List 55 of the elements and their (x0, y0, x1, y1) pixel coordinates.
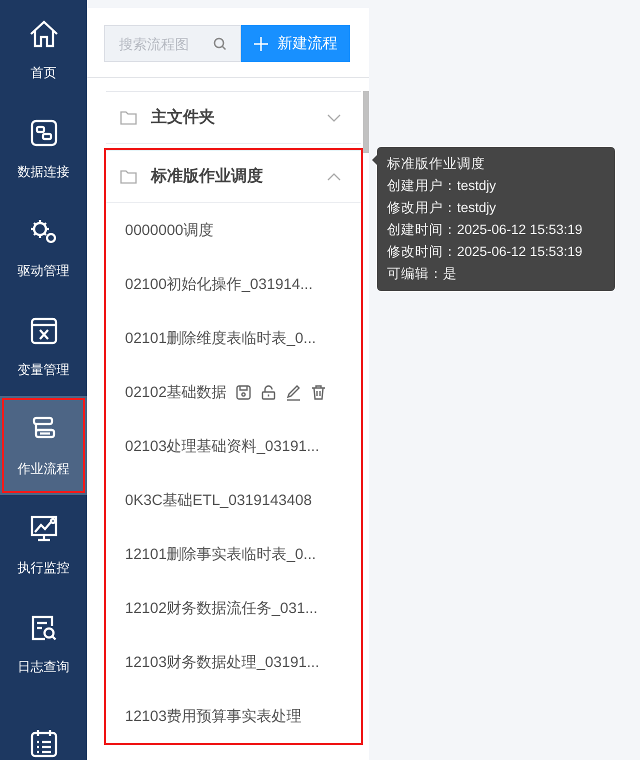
nav-label: 执行监控 (18, 558, 70, 576)
flow-name: 02102基础数据 (125, 382, 227, 402)
save-icon[interactable] (234, 384, 252, 400)
flow-item[interactable]: 0K3C基础ETL_0319143408 (106, 473, 361, 527)
folder-row[interactable]: 主文件夹 (106, 92, 361, 144)
flow-name: 02100初始化操作_031914... (125, 274, 313, 294)
flow-item[interactable]: 12103费用预算事实表处理 (106, 689, 361, 743)
nav-item[interactable]: 驱动管理 (0, 198, 87, 297)
flow-name: 0000000调度 (125, 220, 214, 240)
tooltip-line: 标准版作业调度 (387, 155, 486, 173)
search-field[interactable]: 搜索流程图 (104, 25, 241, 62)
flow-item[interactable]: 12102财务数据流任务_031... (106, 581, 361, 635)
nav-label: 日志查询 (18, 658, 70, 676)
flow-name: 12101删除事实表临时表_0... (125, 544, 316, 564)
plus-icon (254, 36, 268, 50)
flow-name: 02101删除维度表临时表_0... (125, 328, 316, 348)
tooltip-line: 创建时间：2025-06-12 15:53:19 (387, 221, 584, 239)
flow-item[interactable]: 12101删除事实表临时表_0... (106, 527, 361, 581)
flow-item[interactable]: 02101删除维度表临时表_0... (106, 311, 361, 365)
nav-label: 数据连接 (18, 162, 70, 180)
folder-icon (120, 110, 137, 124)
home-icon (28, 18, 60, 50)
unlock-icon[interactable] (260, 384, 277, 400)
nav-label: 驱动管理 (18, 262, 70, 280)
nav-label: 变量管理 (18, 360, 70, 378)
edit-icon[interactable] (284, 384, 302, 400)
flow-item[interactable]: 12103财务数据处理_03191... (106, 635, 361, 689)
scrollbar[interactable] (363, 91, 369, 153)
folder-name: 标准版作业调度 (151, 166, 264, 187)
folder-row[interactable]: 标准版作业调度 (106, 151, 361, 203)
flow-name: 12102财务数据流任务_031... (125, 598, 318, 618)
flow-name: 12103费用预算事实表处理 (125, 706, 302, 726)
flow-name: 12103财务数据处理_03191... (125, 652, 320, 672)
delete-icon[interactable] (310, 384, 327, 400)
nav-label: 首页 (30, 64, 56, 82)
nav-item[interactable]: 首页 (0, 0, 87, 99)
nav-item[interactable]: 执行监控 (0, 495, 87, 594)
nav-item[interactable]: 变量管理 (0, 297, 87, 396)
tooltip-line: 可编辑：是 (387, 265, 458, 283)
nav-item[interactable]: 作业流程 (0, 396, 87, 495)
nav-item[interactable]: 数据连接 (0, 99, 87, 198)
flow-name: 0K3C基础ETL_0319143408 (125, 490, 312, 510)
nav-label: 作业流程 (18, 460, 70, 478)
folder-name: 主文件夹 (151, 107, 216, 128)
flow-name: 02103处理基础资料_03191... (125, 436, 320, 456)
flow-item[interactable]: 02100初始化操作_031914... (106, 257, 361, 311)
flow-item[interactable]: 02102基础数据 (106, 365, 361, 419)
folder-icon (120, 170, 137, 184)
tooltip-line: 创建用户：testdjy (387, 177, 498, 195)
flow-item[interactable]: 02103处理基础资料_03191... (106, 419, 361, 473)
nav-item[interactable]: 日志查询 (0, 594, 87, 693)
tooltip-line: 修改用户：testdjy (387, 199, 498, 217)
tooltip-line: 修改时间：2025-06-12 15:53:19 (387, 243, 584, 261)
search-icon (213, 37, 227, 51)
flow-item[interactable]: 0000000调度 (106, 203, 361, 257)
